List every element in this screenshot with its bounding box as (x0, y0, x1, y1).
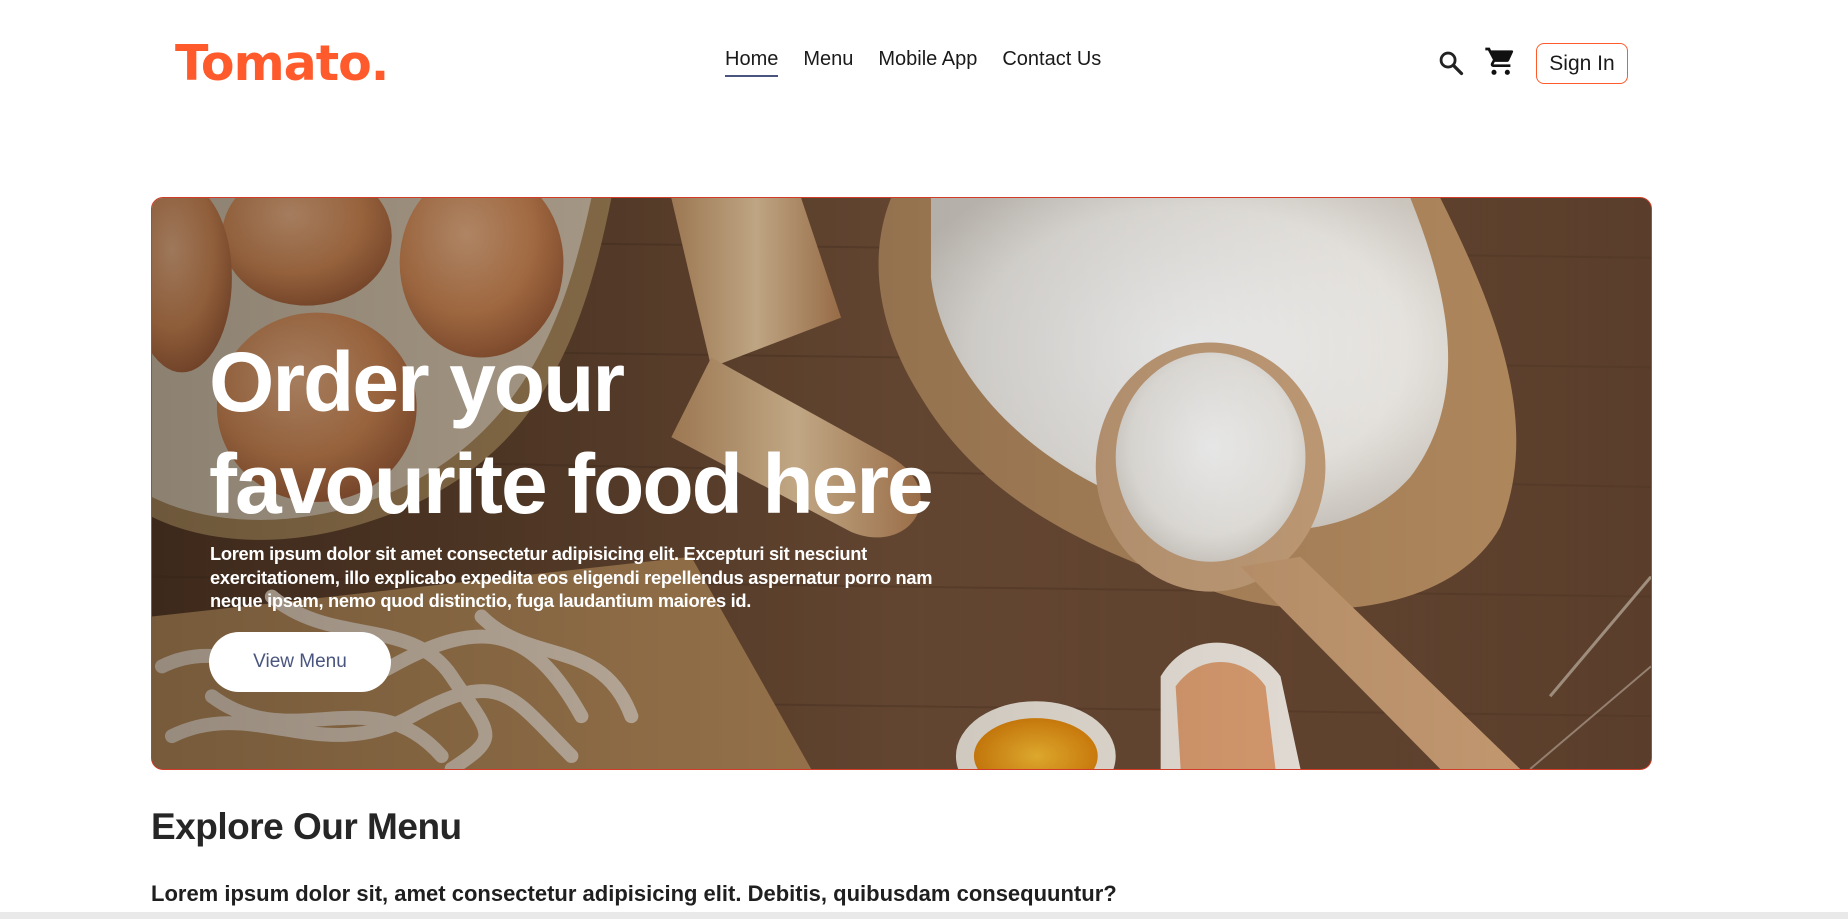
nav-home[interactable]: Home (725, 48, 779, 77)
view-menu-button[interactable]: View Menu (209, 632, 391, 692)
cart-icon[interactable] (1484, 45, 1516, 77)
explore-menu-heading: Explore Our Menu (151, 806, 462, 847)
hero-title: Order your favourite food here (209, 331, 1029, 535)
search-icon[interactable] (1437, 49, 1465, 77)
horizontal-scrollbar[interactable] (0, 912, 1848, 919)
nav-mobile-app[interactable]: Mobile App (878, 48, 977, 77)
nav-contact-us[interactable]: Contact Us (1002, 48, 1101, 77)
hero-description: Lorem ipsum dolor sit amet consectetur a… (210, 543, 933, 611)
hero-banner: Order your favourite food here Lorem ips… (151, 197, 1652, 770)
logo[interactable]: Tomato. (175, 34, 389, 94)
nav-menu: Home Menu Mobile App Contact Us (725, 48, 1101, 77)
hero-title-line-2: favourite food here (209, 437, 934, 531)
sign-in-button[interactable]: Sign In (1536, 43, 1628, 84)
nav-menu-link[interactable]: Menu (803, 48, 853, 77)
navbar: Tomato. Home Menu Mobile App Contact Us … (0, 0, 1848, 126)
hero-title-line-1: Order your (209, 335, 625, 429)
explore-menu-description: Lorem ipsum dolor sit, amet consectetur … (151, 881, 1117, 906)
